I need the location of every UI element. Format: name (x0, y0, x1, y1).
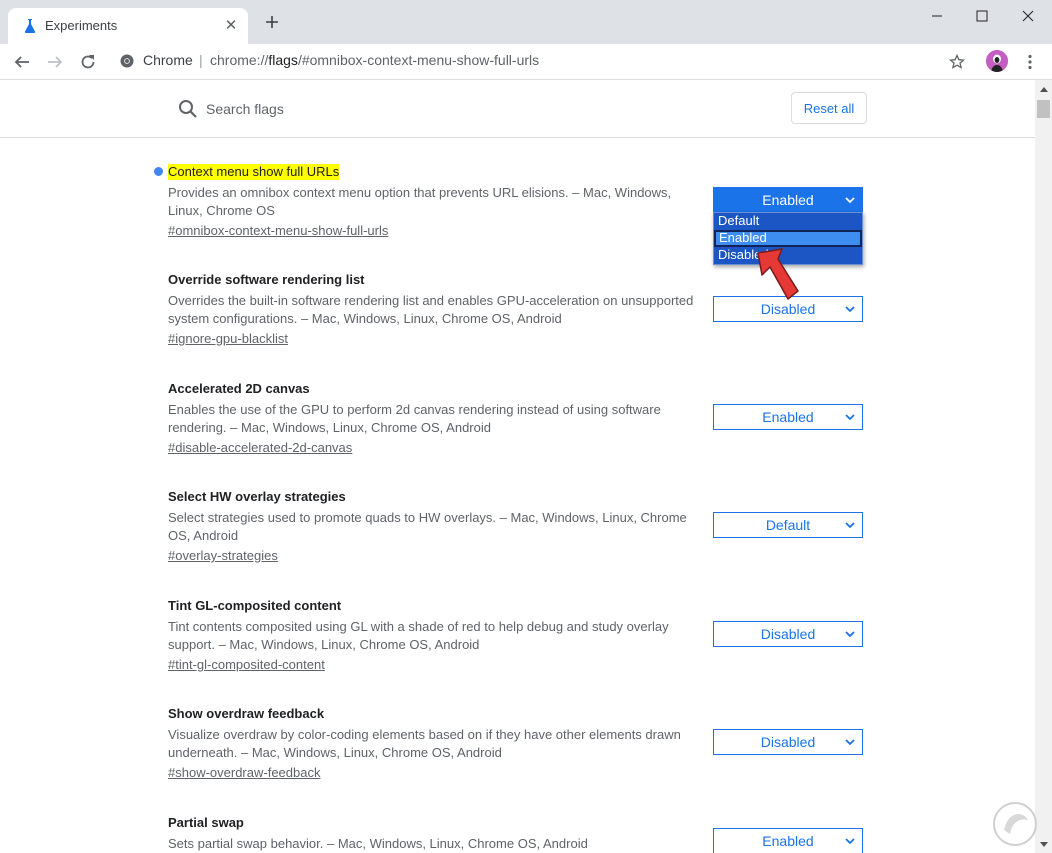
experiment-link[interactable]: #tint-gl-composited-content (168, 656, 325, 674)
experiment-name: Select HW overlay strategies (168, 489, 346, 504)
search-flags-input[interactable] (204, 97, 608, 121)
scroll-up-icon[interactable] (1035, 80, 1052, 97)
title-bar: Experiments ✕ (0, 0, 1052, 44)
flask-icon (24, 19, 36, 33)
bookmark-button[interactable] (947, 52, 967, 72)
reload-button[interactable] (78, 52, 98, 72)
omnibox-url[interactable]: chrome://flags/#omnibox-context-menu-sho… (210, 52, 539, 68)
url-scheme: chrome:// (210, 52, 269, 68)
experiment-description: Overrides the built-in software renderin… (168, 293, 694, 326)
maximize-icon (976, 10, 988, 22)
back-arrow-icon (14, 56, 29, 68)
search-icon (179, 100, 197, 118)
modified-indicator (154, 167, 163, 176)
experiment-link[interactable]: #ignore-gpu-blacklist (168, 330, 288, 348)
select-value: Enabled (762, 192, 814, 208)
chevron-down-icon (845, 414, 855, 421)
select-value: Enabled (762, 833, 814, 849)
select-value: Disabled (760, 734, 816, 750)
reload-icon (81, 55, 95, 69)
omnibox-site-label: Chrome (143, 52, 193, 68)
profile-avatar[interactable] (986, 50, 1008, 72)
tab-experiments[interactable]: Experiments ✕ (8, 8, 248, 44)
experiment-link[interactable]: #disable-accelerated-2d-canvas (168, 439, 352, 457)
toolbar: Chrome | chrome://flags/#omnibox-context… (0, 44, 1052, 80)
experiment-name: Override software rendering list (168, 272, 365, 287)
experiment-select-overlay-strategies[interactable]: Default (713, 512, 863, 538)
forward-arrow-icon (48, 56, 63, 68)
watermark-logo-icon (993, 802, 1037, 846)
experiment-description: Enables the use of the GPU to perform 2d… (168, 402, 661, 435)
experiment-link[interactable]: #show-overdraw-feedback (168, 764, 320, 782)
url-host: flags (268, 52, 298, 68)
experiment-description: Provides an omnibox context menu option … (168, 185, 672, 218)
back-button[interactable] (12, 52, 32, 72)
experiment-select-accelerated-2d[interactable]: Enabled (713, 404, 863, 430)
forward-button[interactable] (45, 52, 65, 72)
tab-title: Experiments (45, 18, 118, 33)
flags-page: Reset all Context menu show full URLs Pr… (0, 80, 1035, 853)
chevron-down-icon (845, 522, 855, 529)
chevron-down-icon (845, 631, 855, 638)
experiment-description: Visualize overdraw by color-coding eleme… (168, 727, 681, 760)
chrome-logo-icon (120, 54, 134, 68)
experiment-name: Accelerated 2D canvas (168, 381, 310, 396)
tab-close-icon[interactable]: ✕ (222, 17, 240, 35)
experiment-select-context-menu[interactable]: Enabled (713, 187, 863, 213)
chevron-down-icon (845, 306, 855, 313)
chevron-down-icon (845, 838, 855, 845)
close-window-button[interactable] (1005, 0, 1051, 32)
experiment-name: Partial swap (168, 815, 244, 830)
experiment-name: Tint GL-composited content (168, 598, 342, 613)
minimize-button[interactable] (914, 0, 960, 32)
avatar-icon (986, 50, 1008, 72)
reset-all-button[interactable]: Reset all (791, 92, 867, 124)
plus-icon (266, 16, 278, 28)
omnibox-separator: | (199, 52, 203, 68)
url-path: /#omnibox-context-menu-show-full-urls (297, 52, 540, 68)
dropdown-option-default[interactable]: Default (714, 213, 862, 230)
experiment-description: Tint contents composited using GL with a… (168, 619, 669, 652)
annotation-arrow-icon (757, 248, 799, 300)
select-value: Default (765, 517, 811, 533)
experiment-name: Show overdraw feedback (168, 706, 325, 721)
minimize-icon (932, 15, 942, 17)
experiment-select-partial-swap[interactable]: Enabled (713, 828, 863, 853)
more-vert-icon (1028, 54, 1032, 70)
experiment-name: Context menu show full URLs (168, 164, 340, 180)
vertical-scrollbar[interactable] (1035, 80, 1052, 853)
chevron-down-icon (845, 739, 855, 746)
chevron-down-icon (845, 197, 855, 204)
close-icon (1022, 10, 1034, 22)
experiment-link[interactable]: #overlay-strategies (168, 547, 278, 565)
experiment-description: Select strategies used to promote quads … (168, 510, 687, 543)
flags-header: Reset all (0, 80, 1035, 138)
experiment-link[interactable]: #omnibox-context-menu-show-full-urls (168, 222, 388, 240)
maximize-button[interactable] (959, 0, 1005, 32)
select-value: Disabled (760, 626, 816, 642)
new-tab-button[interactable] (262, 14, 282, 34)
select-value: Enabled (762, 409, 814, 425)
experiment-select-tint-gl[interactable]: Disabled (713, 621, 863, 647)
scrollbar-thumb[interactable] (1037, 100, 1050, 118)
experiment-description: Sets partial swap behavior. – Mac, Windo… (168, 836, 588, 851)
star-icon (949, 54, 965, 69)
experiment-select-overdraw[interactable]: Disabled (713, 729, 863, 755)
menu-button[interactable] (1020, 52, 1040, 72)
